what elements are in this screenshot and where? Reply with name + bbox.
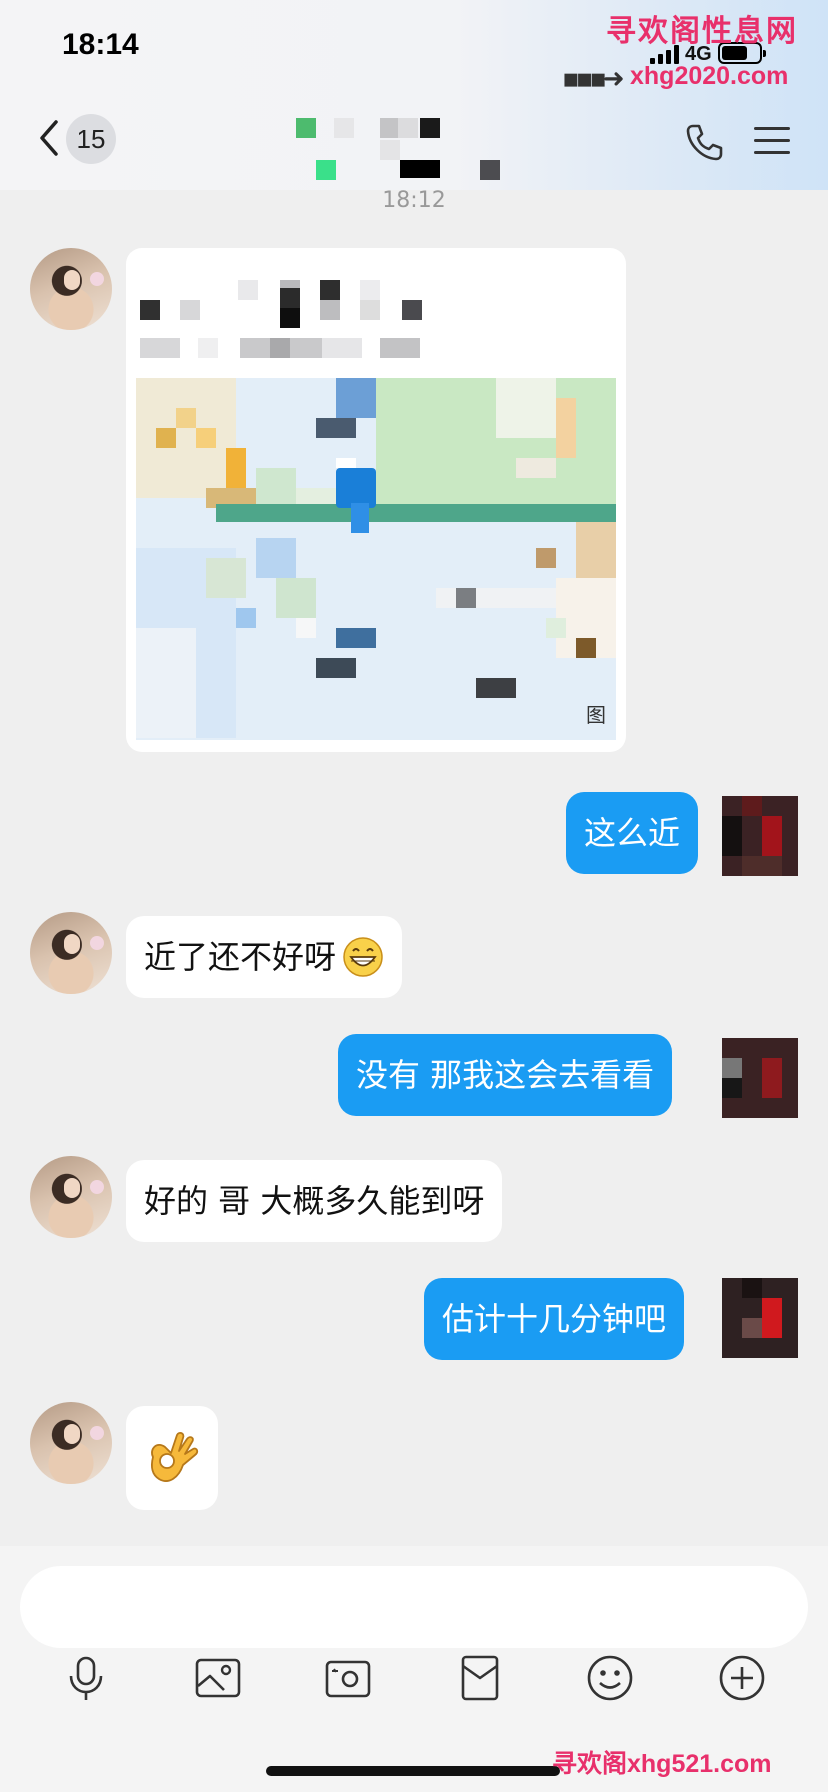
message-input[interactable] — [20, 1566, 808, 1648]
message-text: 好的 哥 大概多久能到呀 — [144, 1182, 485, 1220]
red-packet-icon[interactable] — [454, 1652, 506, 1704]
home-indicator[interactable] — [266, 1766, 560, 1776]
plus-icon[interactable] — [716, 1652, 768, 1704]
contact-avatar[interactable] — [30, 1402, 112, 1484]
image-icon[interactable] — [192, 1652, 244, 1704]
sticker-message[interactable] — [126, 1406, 218, 1510]
contact-avatar[interactable] — [30, 1156, 112, 1238]
location-card[interactable]: 图 — [126, 248, 626, 752]
location-map[interactable]: 图 — [136, 378, 616, 740]
message-bubble-incoming[interactable]: 近了还不好呀 — [126, 916, 403, 998]
watermark-top-url: xhg2020.com — [630, 62, 789, 90]
contact-avatar[interactable] — [30, 912, 112, 994]
emoji-icon[interactable] — [584, 1652, 636, 1704]
grin-icon — [343, 937, 383, 977]
map-copyright: 图 — [586, 703, 606, 727]
message-text: 估计十几分钟吧 — [442, 1300, 667, 1338]
phone-icon[interactable] — [684, 122, 724, 162]
menu-icon[interactable] — [752, 124, 792, 158]
message-text: 没有 那我这会去看看 — [356, 1056, 655, 1094]
map-road — [216, 504, 616, 522]
camera-icon[interactable] — [322, 1652, 374, 1704]
message-bubble-outgoing[interactable]: 估计十几分钟吧 — [424, 1278, 685, 1360]
message-bubble-outgoing[interactable]: 这么近 — [566, 792, 699, 874]
microphone-icon[interactable] — [60, 1652, 112, 1704]
watermark-arrow-icon: ▪▪▪➜ — [562, 64, 625, 94]
my-avatar-pixelated[interactable] — [722, 1278, 798, 1358]
message-text: 这么近 — [584, 814, 681, 852]
my-avatar-pixelated[interactable] — [722, 1038, 798, 1118]
contact-avatar[interactable] — [30, 248, 112, 330]
contact-name-pixelated[interactable] — [296, 118, 506, 184]
message-bubble-incoming[interactable]: 好的 哥 大概多久能到呀 — [126, 1160, 503, 1242]
message-text: 近了还不好呀 — [144, 938, 337, 976]
location-header-pixelated — [126, 248, 626, 378]
my-avatar-pixelated[interactable] — [722, 796, 798, 876]
status-time: 18:14 — [62, 28, 139, 61]
unread-badge[interactable]: 15 — [66, 114, 116, 164]
chat-timestamp: 18:12 — [382, 188, 446, 213]
watermark-bottom: 寻欢阁xhg521.com — [552, 1750, 772, 1778]
watermark-top: 寻欢阁性息网 — [606, 14, 798, 49]
message-bubble-outgoing[interactable]: 没有 那我这会去看看 — [338, 1034, 673, 1116]
ok-hand-icon — [151, 1431, 199, 1482]
back-chevron-icon[interactable] — [34, 118, 64, 158]
